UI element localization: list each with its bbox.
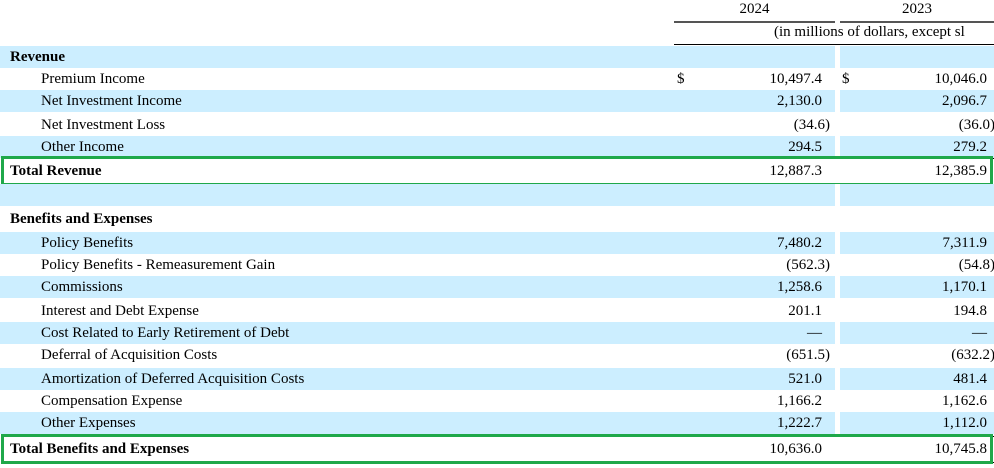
value-2024: 10,497.4 xyxy=(769,71,823,87)
table-row: Interest and Debt Expense 201.1 194.8 xyxy=(0,300,994,322)
row-label: Policy Benefits xyxy=(41,235,134,251)
column-gap xyxy=(835,276,840,298)
table-row: Net Investment Loss (34.6) (36.0) xyxy=(0,114,994,136)
row-label: Compensation Expense xyxy=(41,393,183,409)
value-2024: 1,166.2 xyxy=(777,393,822,409)
row-label: Policy Benefits - Remeasurement Gain xyxy=(41,257,276,273)
table-row: Benefits and Expenses xyxy=(0,208,994,230)
table-row: Compensation Expense 1,166.2 1,162.6 xyxy=(0,390,994,412)
value-2024: 521.0 xyxy=(788,371,822,387)
value-2023: 10,046.0 xyxy=(934,71,988,87)
column-gap xyxy=(835,184,840,206)
table-row: Other Expenses 1,222.7 1,112.0 xyxy=(0,412,994,434)
row-label: Premium Income xyxy=(41,71,145,87)
value-2024: 1,222.7 xyxy=(777,415,822,431)
value-2023: 2,096.7 xyxy=(942,93,987,109)
value-2024: (651.5) xyxy=(786,347,830,363)
column-gap xyxy=(835,368,840,390)
table-row: Other Income 294.5 279.2 xyxy=(0,136,994,158)
header-rule xyxy=(840,21,994,23)
column-gap xyxy=(835,46,840,68)
value-2024: 2,130.0 xyxy=(777,93,822,109)
column-gap xyxy=(835,232,840,254)
row-label: Other Income xyxy=(41,139,124,155)
table-row: Premium Income $ $10,497.4 10,046.0 xyxy=(0,68,994,90)
value-2024: 294.5 xyxy=(788,139,822,155)
table-row: Net Investment Income 2,130.0 2,096.7 xyxy=(0,90,994,112)
value-2024: 7,480.2 xyxy=(777,235,822,251)
column-gap xyxy=(835,322,840,344)
units-note: (in millions of dollars, except sl xyxy=(774,24,965,40)
row-label: Deferral of Acquisition Costs xyxy=(41,347,218,363)
value-2024: 201.1 xyxy=(788,303,822,319)
units-rule xyxy=(674,44,994,45)
row-label: Amortization of Deferred Acquisition Cos… xyxy=(41,371,305,387)
table-row: Policy Benefits 7,480.2 7,311.9 xyxy=(0,232,994,254)
column-gap xyxy=(835,412,840,434)
column-gap xyxy=(835,90,840,112)
column-header-2024: 2024 xyxy=(739,1,770,17)
table-row: Policy Benefits - Remeasurement Gain (562… xyxy=(0,254,994,276)
value-2024: (34.6) xyxy=(793,117,830,133)
table-row: Commissions 1,258.6 1,170.1 xyxy=(0,276,994,298)
table-row: Cost Related to Early Retirement of Debt… xyxy=(0,322,994,344)
value-2023: (36.0) xyxy=(958,117,994,133)
table-row: Revenue xyxy=(0,46,994,68)
value-2023: 194.8 xyxy=(953,303,987,319)
header-rule xyxy=(674,21,835,23)
currency-symbol: $ xyxy=(842,71,850,87)
row-label: Cost Related to Early Retirement of Debt xyxy=(41,325,290,341)
column-header-2023: 2023 xyxy=(902,1,932,17)
row-label: Commissions xyxy=(41,279,123,295)
currency-symbol: $ xyxy=(677,71,685,87)
value-2023: 7,311.9 xyxy=(942,235,987,251)
column-gap xyxy=(835,136,840,158)
value-2023: (54.8) xyxy=(958,257,994,273)
value-2024: — xyxy=(807,325,822,341)
value-2023: 1,112.0 xyxy=(942,415,987,431)
row-label: Benefits and Expenses xyxy=(10,211,153,227)
value-2023: — xyxy=(972,325,987,341)
highlight-box xyxy=(1,156,993,186)
value-2023: 481.4 xyxy=(953,371,987,387)
value-2024: 1,258.6 xyxy=(777,279,822,295)
row-label: Other Expenses xyxy=(41,415,136,431)
value-2023: (632.2) xyxy=(951,347,994,363)
highlight-box xyxy=(1,434,993,464)
value-2023: 1,162.6 xyxy=(942,393,987,409)
table-row xyxy=(0,184,994,206)
value-2024: (562.3) xyxy=(786,257,830,273)
row-label: Revenue xyxy=(10,49,65,65)
row-label: Net Investment Loss xyxy=(41,117,166,133)
table-row: Deferral of Acquisition Costs (651.5) (632… xyxy=(0,344,994,366)
table-row: Amortization of Deferred Acquisition Cos… xyxy=(0,368,994,390)
value-2023: 279.2 xyxy=(953,139,987,155)
row-label: Interest and Debt Expense xyxy=(41,303,199,319)
row-label: Net Investment Income xyxy=(41,93,182,109)
value-2023: 1,170.1 xyxy=(942,279,987,295)
